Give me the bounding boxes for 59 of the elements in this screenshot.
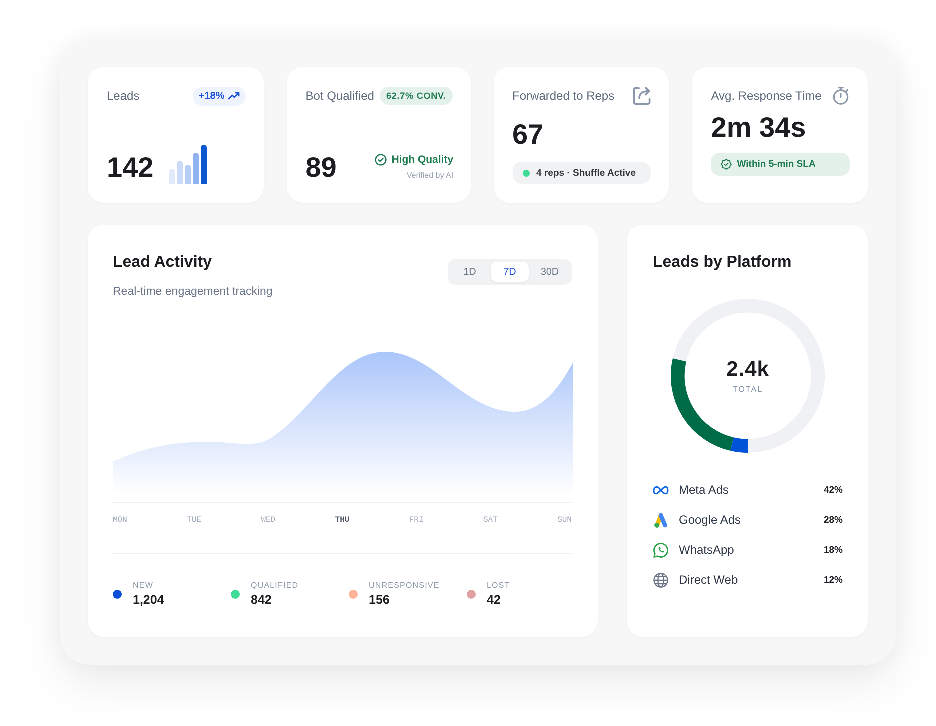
platform-share: 18%: [824, 544, 843, 556]
quality-status: High Quality: [392, 154, 454, 166]
legend-value: 156: [369, 593, 391, 607]
mini-bar: [184, 165, 191, 184]
pill-text: Within 5-min SLA: [737, 159, 816, 170]
legend-label: NEW: [133, 581, 154, 590]
donut-total: 2.4k: [726, 358, 770, 382]
tilted-bars-icon: [653, 512, 669, 528]
mini-bar: [200, 145, 207, 184]
range-tab[interactable]: 30D: [531, 262, 569, 282]
stat-value: 142: [107, 154, 154, 182]
legend-label: UNRESPONSIVE: [369, 581, 440, 590]
platform-name: Direct Web: [679, 573, 738, 587]
chart-subtitle: Real-time engagement tracking: [113, 285, 273, 300]
range-tab[interactable]: 1D: [451, 262, 489, 282]
stat-value: 89: [306, 154, 337, 182]
phone-bubble-icon: [653, 542, 669, 558]
day-label: SAT: [483, 516, 498, 526]
stat-label: Forwarded to Reps: [512, 89, 615, 103]
badge-text: +18%: [198, 90, 225, 102]
stat-label: Leads: [107, 89, 140, 103]
chart-title: Lead Activity: [113, 253, 213, 273]
day-label: TUE: [187, 516, 202, 526]
platform-name: Google Ads: [679, 513, 742, 527]
legend-label: LOST: [487, 581, 510, 590]
stat-label: Avg. Response Time: [711, 89, 822, 103]
legend-value: 842: [251, 593, 273, 607]
platform-share: 28%: [824, 514, 843, 526]
stat-value: 67: [512, 121, 545, 149]
day-label: THU: [335, 516, 350, 526]
stopwatch-icon: [832, 87, 850, 105]
stat-label: Bot Qualified: [306, 89, 374, 103]
day-label: FRI: [409, 516, 424, 526]
globe-icon: [653, 572, 669, 588]
check-circle-icon: [374, 154, 387, 166]
card-title: Leads by Platform: [653, 253, 793, 273]
platform-name: WhatsApp: [679, 543, 734, 557]
mini-bar: [168, 169, 175, 184]
trending-up-icon: [228, 92, 240, 100]
legend-value: 42: [487, 593, 502, 607]
day-label: SUN: [558, 516, 572, 526]
stat-value: 2m 34s: [711, 114, 808, 142]
range-tab[interactable]: 7D: [491, 262, 529, 282]
day-label: MON: [113, 516, 128, 526]
legend-label: QUALIFIED: [251, 581, 299, 590]
legend-value: 1,204: [133, 593, 164, 607]
conversion-badge: 62.7% CONV.: [380, 87, 453, 105]
donut-total-label: TOTAL: [732, 385, 764, 394]
platform-name: Meta Ads: [679, 483, 730, 497]
verification-note: Verified by AI: [406, 171, 454, 180]
mini-bar: [176, 161, 183, 184]
badge-check-icon: [721, 159, 732, 170]
day-label: WED: [261, 516, 276, 526]
mini-bar: [192, 153, 199, 184]
platform-share: 42%: [824, 484, 843, 496]
status-dot-icon: [522, 170, 530, 176]
platform-share: 12%: [824, 574, 843, 586]
pill-text: 4 reps · Shuffle Active: [536, 168, 636, 178]
share-icon: [633, 87, 652, 105]
